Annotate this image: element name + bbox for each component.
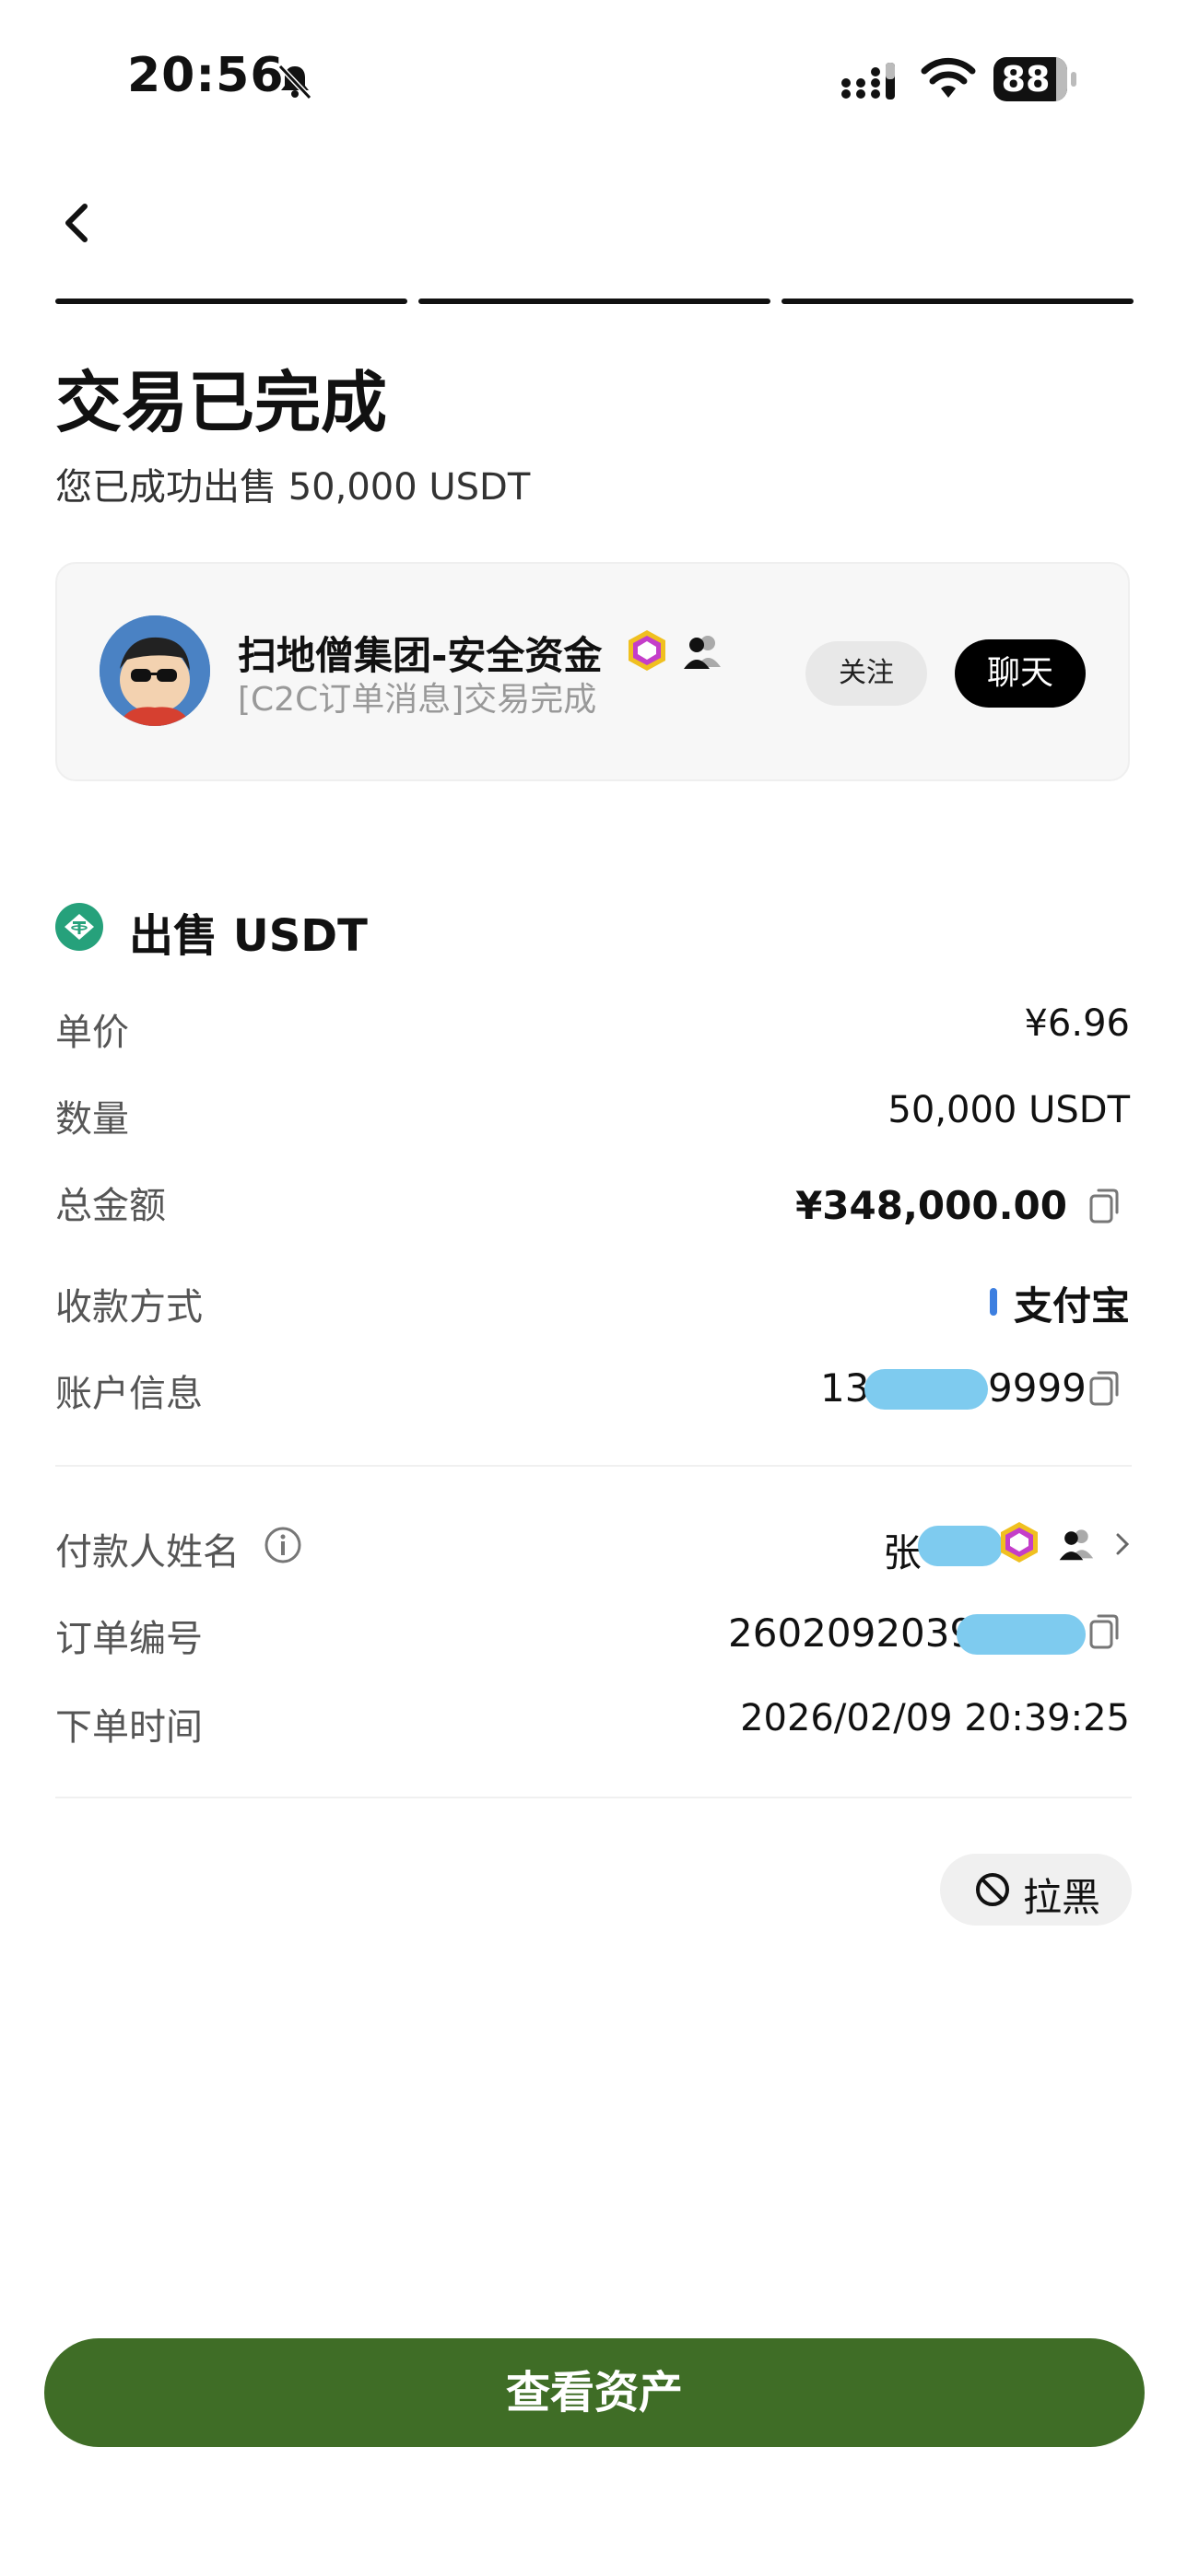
account-suffix: 9999 — [988, 1365, 1087, 1411]
merchant-badge-icon — [629, 630, 665, 671]
copy-total-icon[interactable] — [1087, 1187, 1121, 1225]
cellular-signal-icon — [841, 63, 895, 100]
usdt-icon — [55, 903, 103, 951]
chat-button[interactable]: 聊天 — [955, 639, 1086, 708]
alipay-indicator — [990, 1288, 997, 1316]
battery-level: 88 — [1001, 59, 1051, 100]
order-number-label: 订单编号 — [55, 1618, 203, 1660]
page-title: 交易已完成 — [55, 364, 388, 441]
total-amount-label: 总金额 — [55, 1185, 166, 1227]
bell-muted-icon — [277, 64, 312, 100]
redaction-blot — [957, 1614, 1086, 1655]
redaction-blot — [864, 1369, 988, 1410]
payer-name-prefix: 张 — [883, 1530, 923, 1575]
order-time-value: 2026/02/09 20:39:25 — [740, 1697, 1130, 1739]
unit-price-value: ¥6.96 — [1024, 1002, 1130, 1045]
payment-method-label: 收款方式 — [55, 1286, 203, 1329]
back-arrow-icon[interactable] — [55, 195, 96, 251]
block-user-label: 拉黑 — [1023, 1875, 1101, 1920]
users-icon — [1059, 1529, 1094, 1561]
wifi-icon — [921, 57, 976, 98]
total-amount-value: ¥348,000.00 — [795, 1183, 1067, 1228]
copy-account-icon[interactable] — [1087, 1369, 1121, 1408]
quantity-value: 50,000 USDT — [887, 1089, 1130, 1131]
view-assets-button[interactable]: 查看资产 — [44, 2338, 1145, 2447]
page-subtitle: 您已成功出售 50,000 USDT — [55, 466, 531, 509]
payer-name-label: 付款人姓名 — [55, 1531, 240, 1574]
account-prefix: 13 — [820, 1365, 870, 1411]
info-icon[interactable] — [264, 1526, 302, 1564]
redaction-blot — [918, 1526, 1003, 1566]
payment-method-value: 支付宝 — [1013, 1283, 1130, 1329]
quantity-label: 数量 — [55, 1098, 129, 1141]
unit-price-label: 单价 — [55, 1012, 129, 1054]
section-title: 出售 USDT — [129, 910, 368, 962]
divider — [55, 1465, 1132, 1467]
follow-button[interactable]: 关注 — [805, 641, 927, 706]
chevron-right-icon[interactable] — [1113, 1529, 1132, 1559]
users-icon — [684, 636, 721, 669]
battery-indicator: 88 — [993, 57, 1078, 101]
status-time: 20:56 — [127, 48, 285, 103]
progress-step-3 — [782, 299, 1134, 304]
order-time-label: 下单时间 — [55, 1706, 203, 1749]
avatar[interactable] — [100, 615, 210, 726]
account-info-label: 账户信息 — [55, 1373, 203, 1415]
copy-order-number-icon[interactable] — [1087, 1612, 1121, 1651]
progress-step-2 — [418, 299, 770, 304]
last-message: [C2C订单消息]交易完成 — [238, 681, 597, 719]
block-icon — [976, 1873, 1009, 1906]
progress-step-1 — [55, 299, 407, 304]
merchant-badge-icon — [1001, 1522, 1038, 1563]
block-user-button[interactable]: 拉黑 — [940, 1854, 1132, 1926]
divider — [55, 1797, 1132, 1798]
order-number-prefix: 2602092039 — [728, 1610, 975, 1656]
